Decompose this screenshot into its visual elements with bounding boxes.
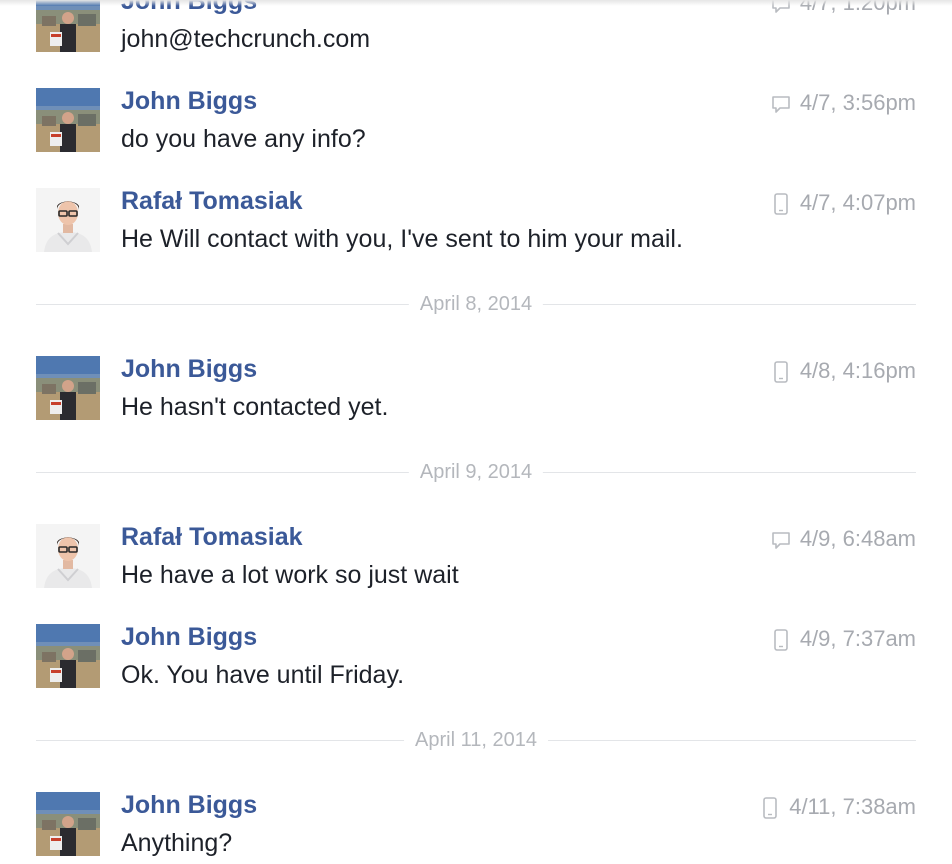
avatar-rafal-tomasiak[interactable] [36, 524, 100, 588]
mobile-phone-icon [771, 192, 791, 215]
sender-name[interactable]: Rafał Tomasiak [121, 185, 303, 217]
message-timestamp: 4/11, 7:38am [789, 794, 916, 819]
date-divider: April 8, 2014 [36, 289, 916, 319]
speech-bubble-icon [771, 92, 791, 114]
mobile-phone-icon [760, 796, 780, 819]
message-meta: 4/9, 7:37am [771, 623, 916, 655]
message-timestamp: 4/7, 3:56pm [799, 90, 916, 115]
message-thread: John Biggs john@techcrunch.com 4/7, 1:20… [0, 0, 952, 864]
message-meta: 4/7, 4:07pm [771, 187, 916, 219]
avatar-john-biggs[interactable] [36, 624, 100, 688]
message-text: He hasn't contacted yet. [121, 393, 389, 421]
divider-date-label: April 9, 2014 [408, 457, 544, 487]
message-text: john@techcrunch.com [121, 25, 371, 53]
message-meta: 4/9, 6:48am [771, 523, 916, 555]
mobile-phone-icon [771, 628, 791, 651]
message-meta: 4/8, 4:16pm [771, 355, 916, 387]
avatar-john-biggs[interactable] [36, 792, 100, 856]
avatar-john-biggs[interactable] [36, 88, 100, 152]
date-divider: April 11, 2014 [36, 725, 916, 755]
scroll-shadow [0, 0, 952, 6]
message-row: John Biggs Ok. You have until Friday. 4/… [0, 621, 952, 694]
divider-date-label: April 8, 2014 [408, 289, 544, 319]
sender-name[interactable]: John Biggs [121, 789, 257, 821]
message-row: John Biggs do you have any info? 4/7, 3:… [0, 85, 952, 158]
sender-name[interactable]: John Biggs [121, 621, 257, 653]
date-divider: April 9, 2014 [36, 457, 916, 487]
message-timestamp: 4/9, 7:37am [799, 626, 916, 651]
message-text: Ok. You have until Friday. [121, 661, 405, 689]
avatar-john-biggs[interactable] [36, 356, 100, 420]
mobile-phone-icon [771, 360, 791, 383]
divider-date-label: April 11, 2014 [404, 725, 548, 755]
message-meta: 4/11, 7:38am [760, 791, 916, 823]
message-timestamp: 4/8, 4:16pm [799, 358, 916, 383]
message-timestamp: 4/9, 6:48am [799, 526, 916, 551]
avatar-john-biggs[interactable] [36, 0, 100, 52]
message-text: do you have any info? [121, 125, 366, 153]
sender-name[interactable]: John Biggs [121, 353, 257, 385]
message-row: John Biggs john@techcrunch.com 4/7, 1:20… [0, 0, 952, 58]
message-row: John Biggs He hasn't contacted yet. 4/8,… [0, 353, 952, 426]
message-row: John Biggs Anything? 4/11, 7:38am [0, 789, 952, 862]
message-timestamp: 4/7, 4:07pm [799, 190, 916, 215]
message-text: Anything? [121, 829, 233, 857]
sender-name[interactable]: John Biggs [121, 85, 257, 117]
message-text: He Will contact with you, I've sent to h… [121, 225, 683, 253]
message-text: He have a lot work so just wait [121, 561, 459, 589]
avatar-rafal-tomasiak[interactable] [36, 188, 100, 252]
sender-name[interactable]: Rafał Tomasiak [121, 521, 303, 553]
speech-bubble-icon [771, 528, 791, 550]
message-row: Rafał Tomasiak He Will contact with you,… [0, 185, 952, 258]
message-meta: 4/7, 3:56pm [771, 87, 916, 119]
message-row: Rafał Tomasiak He have a lot work so jus… [0, 521, 952, 594]
